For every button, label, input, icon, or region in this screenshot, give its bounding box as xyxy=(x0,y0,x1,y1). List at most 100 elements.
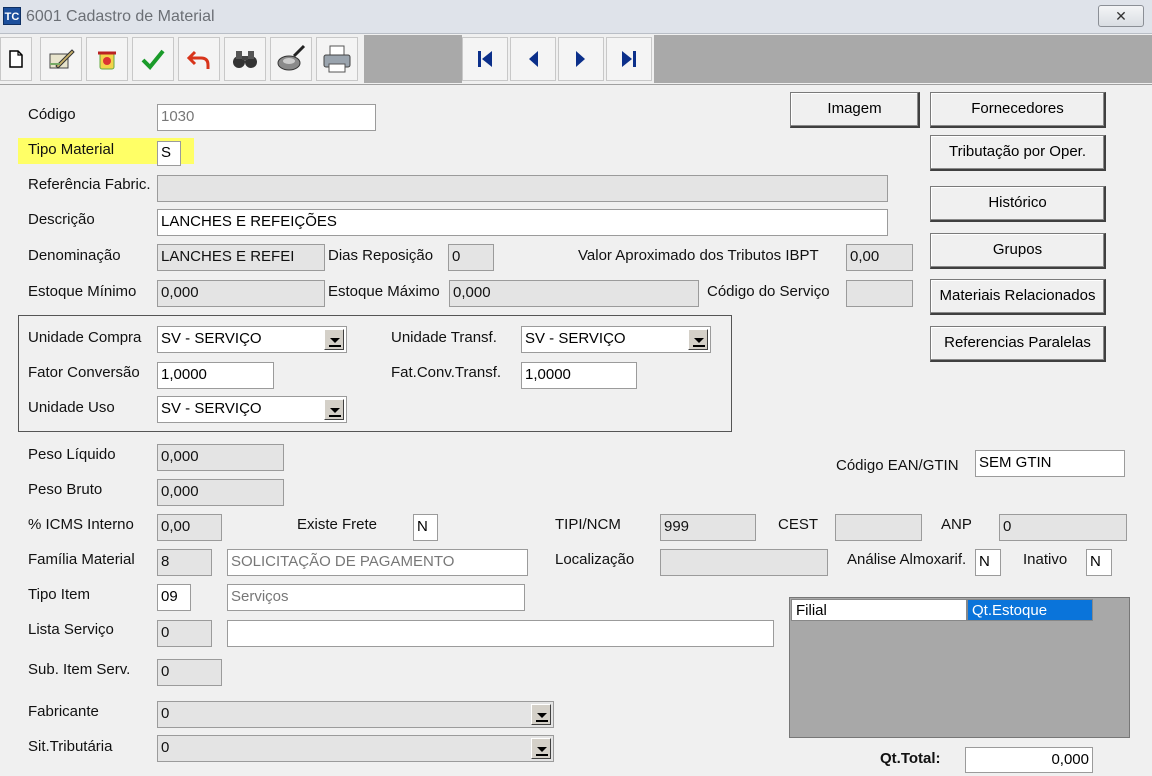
fator-conversao-field[interactable]: 1,0000 xyxy=(157,362,274,389)
window-title: 6001 Cadastro de Material xyxy=(26,8,215,25)
first-record-button[interactable] xyxy=(462,37,508,81)
denominacao-field[interactable]: LANCHES E REFEI xyxy=(157,244,325,271)
grupos-button[interactable]: Grupos xyxy=(930,233,1106,269)
sit-tributaria-select[interactable]: 0 xyxy=(157,735,554,762)
undo-button[interactable] xyxy=(178,37,220,81)
edit-icon xyxy=(49,49,75,69)
icms-interno-field[interactable]: 0,00 xyxy=(157,514,222,541)
chevron-down-icon[interactable] xyxy=(688,329,708,350)
tipi-ncm-field[interactable]: 999 xyxy=(660,514,756,541)
tributacao-button[interactable]: Tributação por Oper. xyxy=(930,135,1106,171)
unidade-transf-select[interactable]: SV - SERVIÇO xyxy=(521,326,711,353)
peso-liquido-field[interactable]: 0,000 xyxy=(157,444,284,471)
familia-desc-field[interactable]: SOLICITAÇÃO DE PAGAMENTO xyxy=(227,549,528,576)
next-record-button[interactable] xyxy=(558,37,604,81)
previous-record-button[interactable] xyxy=(510,37,556,81)
sit-tributaria-value: 0 xyxy=(161,739,170,756)
estoque-minimo-label: Estoque Mínimo xyxy=(28,283,137,300)
confirm-button[interactable] xyxy=(132,37,174,81)
search-button[interactable] xyxy=(224,37,266,81)
tipo-material-label: Tipo Material xyxy=(28,141,115,158)
chevron-down-icon[interactable] xyxy=(324,399,344,420)
codigo-label: Código xyxy=(28,106,76,123)
tipo-item-label: Tipo Item xyxy=(28,586,90,603)
fabricante-select[interactable]: 0 xyxy=(157,701,554,728)
print-button[interactable] xyxy=(316,37,358,81)
filter-button[interactable] xyxy=(270,37,312,81)
delete-button[interactable] xyxy=(86,37,128,81)
codigo-ean-label: Código EAN/GTIN xyxy=(836,457,959,474)
estoque-minimo-field[interactable]: 0,000 xyxy=(157,280,325,307)
new-document-icon xyxy=(9,50,23,68)
descricao-field[interactable]: LANCHES E REFEIÇÕES xyxy=(157,209,888,236)
inativo-label: Inativo xyxy=(1023,551,1068,568)
first-record-icon xyxy=(478,51,492,67)
unidade-transf-value: SV - SERVIÇO xyxy=(525,330,626,347)
unidade-compra-value: SV - SERVIÇO xyxy=(161,330,262,347)
lista-servico-label: Lista Serviço xyxy=(28,621,114,638)
chevron-down-icon[interactable] xyxy=(324,329,344,350)
dias-reposicao-field[interactable]: 0 xyxy=(448,244,494,271)
tipo-material-field[interactable]: S xyxy=(157,141,181,166)
fat-conv-transf-label: Fat.Conv.Transf. xyxy=(391,364,502,381)
analise-almoxarif-field[interactable]: N xyxy=(975,549,1001,576)
historico-button[interactable]: Histórico xyxy=(930,186,1106,222)
lista-servico-codigo-field[interactable]: 0 xyxy=(157,620,212,647)
estoque-grid[interactable]: Filial Qt.Estoque xyxy=(789,597,1130,738)
sit-tributaria-label: Sit.Tributária xyxy=(28,738,113,755)
close-button[interactable]: ✕ xyxy=(1098,5,1144,27)
codigo-servico-label: Código do Serviço xyxy=(707,283,830,300)
lista-servico-desc-field[interactable] xyxy=(227,620,774,647)
existe-frete-label: Existe Frete xyxy=(297,516,378,533)
undo-icon xyxy=(186,50,210,69)
last-record-icon xyxy=(622,51,636,67)
peso-liquido-label: Peso Líquido xyxy=(28,446,116,463)
chevron-down-icon[interactable] xyxy=(531,704,551,725)
unidade-uso-label: Unidade Uso xyxy=(28,399,115,416)
referencia-fabric-label: Referência Fabric. xyxy=(28,176,151,193)
unidade-uso-select[interactable]: SV - SERVIÇO xyxy=(157,396,347,423)
referencia-fabric-field[interactable] xyxy=(157,175,888,202)
localizacao-label: Localização xyxy=(555,551,635,568)
fator-conversao-label: Fator Conversão xyxy=(28,364,140,381)
codigo-ean-field[interactable]: SEM GTIN xyxy=(975,450,1125,477)
new-document-button[interactable] xyxy=(0,37,32,81)
fabricante-value: 0 xyxy=(161,705,170,722)
last-record-button[interactable] xyxy=(606,37,652,81)
localizacao-field[interactable] xyxy=(660,549,828,576)
codigo-servico-field[interactable] xyxy=(846,280,913,307)
print-icon xyxy=(323,45,351,73)
unidade-uso-value: SV - SERVIÇO xyxy=(161,400,262,417)
fat-conv-transf-field[interactable]: 1,0000 xyxy=(521,362,637,389)
peso-bruto-field[interactable]: 0,000 xyxy=(157,479,284,506)
estoque-maximo-field[interactable]: 0,000 xyxy=(449,280,699,307)
previous-record-icon xyxy=(529,51,538,67)
materiais-relacionados-button[interactable]: Materiais Relacionados xyxy=(930,279,1106,315)
anp-field[interactable]: 0 xyxy=(999,514,1127,541)
grid-header-filial[interactable]: Filial xyxy=(791,599,967,621)
inativo-field[interactable]: N xyxy=(1086,549,1112,576)
codigo-field[interactable]: 1030 xyxy=(157,104,376,131)
chevron-down-icon[interactable] xyxy=(531,738,551,759)
existe-frete-field[interactable]: N xyxy=(413,514,438,541)
sub-item-serv-label: Sub. Item Serv. xyxy=(28,661,131,678)
cest-field[interactable] xyxy=(835,514,922,541)
grid-header-qt-estoque[interactable]: Qt.Estoque xyxy=(967,599,1093,621)
close-icon: ✕ xyxy=(1115,8,1127,24)
unidade-transf-label: Unidade Transf. xyxy=(391,329,497,346)
valor-aprox-field[interactable]: 0,00 xyxy=(846,244,913,271)
toolbar-spacer xyxy=(654,35,1152,83)
tipo-item-desc-field[interactable]: Serviços xyxy=(227,584,525,611)
unidade-compra-select[interactable]: SV - SERVIÇO xyxy=(157,326,347,353)
anp-label: ANP xyxy=(941,516,972,533)
cest-label: CEST xyxy=(778,516,819,533)
qt-total-field[interactable]: 0,000 xyxy=(965,747,1093,773)
tipo-item-codigo-field[interactable]: 09 xyxy=(157,584,191,611)
imagem-button[interactable]: Imagem xyxy=(790,92,920,128)
familia-codigo-field[interactable]: 8 xyxy=(157,549,212,576)
next-record-icon xyxy=(576,51,585,67)
sub-item-serv-field[interactable]: 0 xyxy=(157,659,222,686)
edit-button[interactable] xyxy=(40,37,82,81)
fornecedores-button[interactable]: Fornecedores xyxy=(930,92,1106,128)
referencias-paralelas-button[interactable]: Referencias Paralelas xyxy=(930,326,1106,362)
